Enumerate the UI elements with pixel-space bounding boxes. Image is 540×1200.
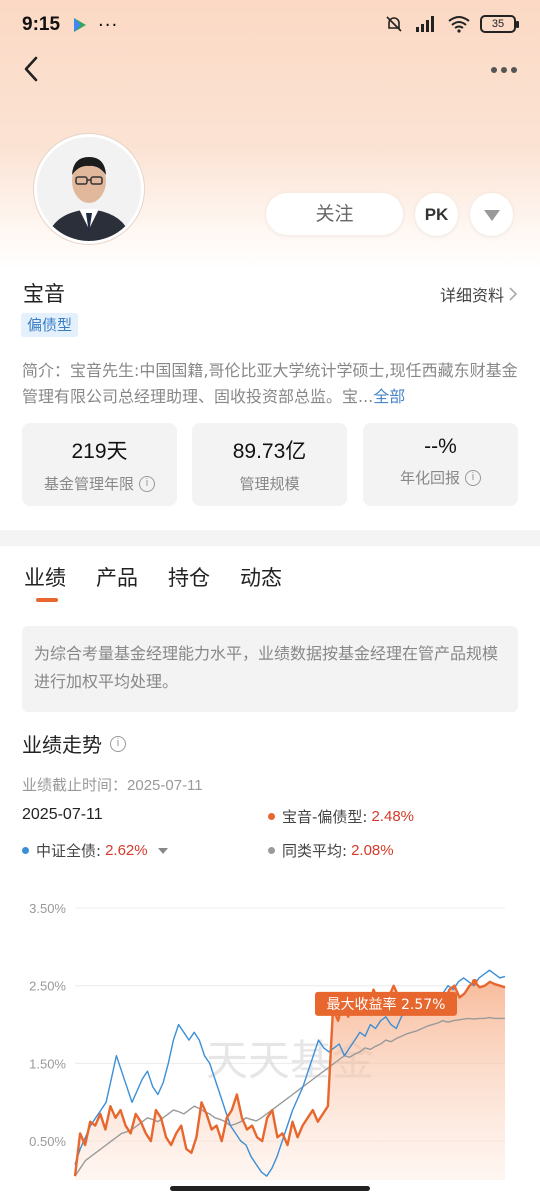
back-icon[interactable] xyxy=(18,52,48,86)
tab-bar: 业绩 产品 持仓 动态 xyxy=(24,562,282,592)
stat-label-row: 基金管理年限 i xyxy=(22,473,177,494)
as-of-date: 2025-07-11 xyxy=(127,777,203,794)
y-tick-label: 3.50% xyxy=(29,901,66,916)
stat-label: 年化回报 xyxy=(399,469,460,487)
max-return-label: 最大收益率 2.57% xyxy=(327,996,446,1013)
stat-value: --% xyxy=(424,435,457,458)
tab-performance[interactable]: 业绩 xyxy=(24,562,66,592)
legend-benchmark[interactable]: 中证全债: 2.62% xyxy=(22,840,168,861)
detail-link-label: 详细资料 xyxy=(439,286,504,305)
legend-date: 2025-07-11 xyxy=(22,806,103,823)
legend-dot xyxy=(268,813,275,820)
stat-label-row: 管理规模 xyxy=(192,473,347,494)
y-tick-label: 0.50% xyxy=(29,1134,66,1149)
legend-value: 2.08% xyxy=(351,842,394,859)
legend-name: 中证全债: xyxy=(36,842,102,860)
chevron-down-icon[interactable] xyxy=(470,193,513,236)
stat-label: 基金管理年限 xyxy=(43,475,134,493)
stat-card-tenure: 219天 基金管理年限 i xyxy=(22,423,177,506)
as-of-label: 业绩截止时间： xyxy=(22,777,128,794)
stat-value: 219天 xyxy=(71,440,128,463)
intro-text: 宝音先生:中国国籍,哥伦比亚大学统计学硕士,现任西藏东财基金管理有限公司总经理助… xyxy=(22,361,518,406)
fund-type-tag: 偏债型 xyxy=(21,313,79,337)
legend-name: 宝音-偏债型: xyxy=(282,808,368,826)
legend-name: 同类平均: xyxy=(282,842,348,860)
tab-holdings[interactable]: 持仓 xyxy=(168,562,210,592)
stat-card-annual-return: --% 年化回报 i xyxy=(363,423,518,506)
performance-title-row: 业绩走势 i xyxy=(22,729,126,758)
active-tab-indicator xyxy=(36,598,58,602)
mute-bell-icon xyxy=(386,16,402,32)
info-icon[interactable]: i xyxy=(110,735,126,752)
signal-icon xyxy=(416,16,434,32)
intro-label: 简介： xyxy=(22,361,71,380)
legend-dot xyxy=(268,847,275,854)
status-time: 9:15 xyxy=(22,14,61,35)
y-tick-label: 2.50% xyxy=(29,979,66,994)
more-options-icon[interactable] xyxy=(490,60,518,80)
notice-box: 为综合考量基金经理能力水平，业绩数据按基金经理在管产品规模进行加权平均处理。 xyxy=(22,626,518,712)
battery-icon: 35 xyxy=(480,15,519,33)
chevron-right-icon xyxy=(509,287,518,301)
wifi-icon xyxy=(448,16,470,33)
legend-dot xyxy=(22,847,29,854)
stat-label: 管理规模 xyxy=(239,475,300,493)
stat-card-scale: 89.73亿 管理规模 xyxy=(192,423,347,506)
section-divider xyxy=(0,530,540,546)
follow-button[interactable]: 关注 xyxy=(266,193,403,235)
play-store-icon xyxy=(74,18,87,32)
legend-value: 2.62% xyxy=(105,842,148,859)
manager-name: 宝音 xyxy=(23,282,65,306)
stat-label-row: 年化回报 i xyxy=(363,467,518,488)
detail-link[interactable]: 详细资料 xyxy=(440,282,518,306)
intro-more-link[interactable]: 全部 xyxy=(373,387,405,406)
max-return-marker xyxy=(471,978,478,985)
stat-value: 89.73亿 xyxy=(232,440,307,463)
info-icon[interactable]: i xyxy=(139,475,155,492)
tab-news[interactable]: 动态 xyxy=(240,562,282,592)
manager-intro: 简介：宝音先生:中国国籍,哥伦比亚大学统计学硕士,现任西藏东财基金管理有限公司总… xyxy=(22,358,520,410)
performance-chart[interactable]: 3.50%2.50%1.50%0.50% 天天基金 最大收益率 2.57% xyxy=(0,890,540,1190)
status-icons: 35 xyxy=(384,14,519,34)
legend-value: 2.48% xyxy=(371,808,415,825)
performance-title: 业绩走势 xyxy=(22,733,102,757)
tab-products[interactable]: 产品 xyxy=(96,562,138,592)
as-of-row: 业绩截止时间：2025-07-11 xyxy=(22,774,203,795)
more-notifications-icon: ··· xyxy=(98,14,119,36)
pk-button[interactable]: PK xyxy=(415,193,458,236)
y-tick-label: 1.50% xyxy=(29,1056,66,1071)
info-icon[interactable]: i xyxy=(465,469,481,486)
legend-peer-average: 同类平均: 2.08% xyxy=(268,840,394,861)
battery-level: 35 xyxy=(491,18,505,30)
caret-down-icon xyxy=(157,847,168,854)
home-indicator[interactable] xyxy=(170,1186,370,1191)
avatar-portrait xyxy=(37,137,141,241)
manager-avatar xyxy=(34,134,144,244)
legend-manager: 宝音-偏债型: 2.48% xyxy=(268,806,414,827)
